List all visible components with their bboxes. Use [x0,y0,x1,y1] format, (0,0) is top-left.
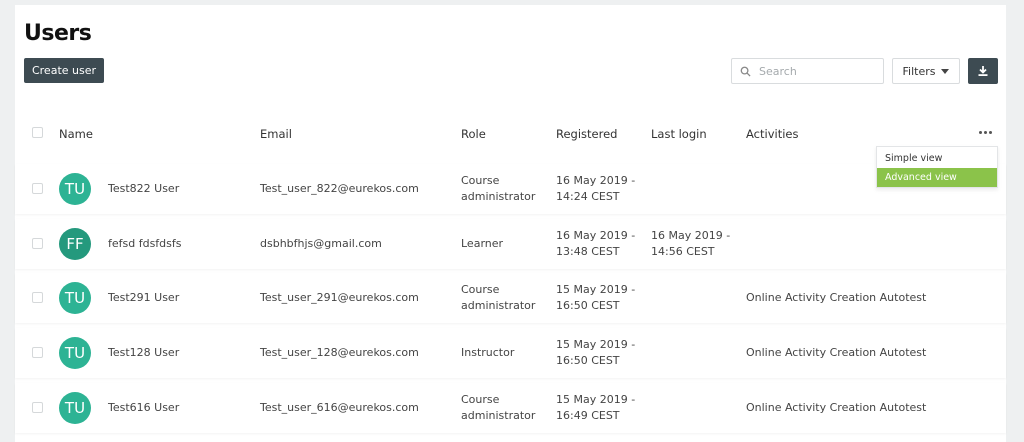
search-input[interactable] [759,64,879,78]
filters-label: Filters [902,64,936,78]
filters-dropdown[interactable]: Filters [892,58,960,84]
user-role: Course administrator [461,174,536,203]
menu-item-advanced-view[interactable]: Advanced view [877,168,997,187]
avatar: TU [59,282,91,314]
avatar: TU [59,392,91,424]
user-name[interactable]: fefsd fdsfdsfs [108,236,182,252]
row-checkbox[interactable] [32,347,43,358]
menu-item-simple-view[interactable]: Simple view [877,149,997,168]
user-role: Course administrator [461,393,536,422]
user-registered: 16 May 2019 -14:24 CEST [556,174,636,203]
column-header-last-login[interactable]: Last login [651,127,707,141]
table-row[interactable]: TU Test128 User Test_user_128@eurekos.co… [15,328,1006,378]
user-registered: 16 May 2019 -13:48 CEST [556,229,636,258]
user-role: Instructor [461,346,515,359]
row-checkbox[interactable] [32,183,43,194]
user-email: Test_user_128@eurekos.com [260,346,419,359]
user-activities[interactable]: Online Activity Creation Autotest [746,400,926,416]
user-name[interactable]: Test822 User [108,181,179,197]
user-last-login: 16 May 2019 -14:56 CEST [651,229,731,258]
user-role: Learner [461,237,504,250]
download-button[interactable] [968,58,998,84]
column-header-activities[interactable]: Activities [746,127,798,141]
more-dots-icon[interactable] [979,131,992,134]
user-email: Test_user_822@eurekos.com [260,182,419,195]
search-box[interactable] [731,58,884,84]
column-header-email[interactable]: Email [260,127,292,141]
table-row[interactable]: TU Test822 User Test_user_822@eurekos.co… [15,164,1006,214]
row-checkbox[interactable] [32,402,43,413]
avatar: TU [59,337,91,369]
table-row[interactable]: TU Test291 User Test_user_291@eurekos.co… [15,273,1006,323]
download-icon [977,62,989,81]
select-all-checkbox[interactable] [32,127,43,138]
user-activities[interactable]: Online Activity Creation Autotest [746,345,926,361]
column-header-registered[interactable]: Registered [556,127,617,141]
table-row[interactable]: TU Test616 User Test_user_616@eurekos.co… [15,383,1006,433]
page-title: Users [24,21,92,46]
search-icon [740,62,751,81]
row-checkbox[interactable] [32,292,43,303]
user-activities[interactable]: Online Activity Creation Autotest [746,290,926,306]
column-header-name[interactable]: Name [59,127,93,141]
table-header: Name Email Role Registered Last login Ac… [15,110,1006,158]
avatar: FF [59,228,91,260]
user-email: Test_user_616@eurekos.com [260,401,419,414]
user-role: Course administrator [461,283,536,312]
column-header-role[interactable]: Role [461,127,486,141]
user-name[interactable]: Test616 User [108,400,179,416]
user-registered: 15 May 2019 -16:50 CEST [556,338,636,367]
caret-down-icon [941,68,950,74]
user-registered: 15 May 2019 -16:50 CEST [556,283,636,312]
user-name[interactable]: Test291 User [108,290,179,306]
row-checkbox[interactable] [32,238,43,249]
view-menu: Simple view Advanced view [876,146,998,188]
user-name[interactable]: Test128 User [108,345,179,361]
create-user-button[interactable]: Create user [24,58,104,83]
table-row[interactable]: FF fefsd fdsfdsfs dsbhbfhjs@gmail.com Le… [15,219,1006,269]
user-email: Test_user_291@eurekos.com [260,291,419,304]
user-email: dsbhbfhjs@gmail.com [260,237,382,250]
user-registered: 15 May 2019 -16:49 CEST [556,393,636,422]
avatar: TU [59,173,91,205]
